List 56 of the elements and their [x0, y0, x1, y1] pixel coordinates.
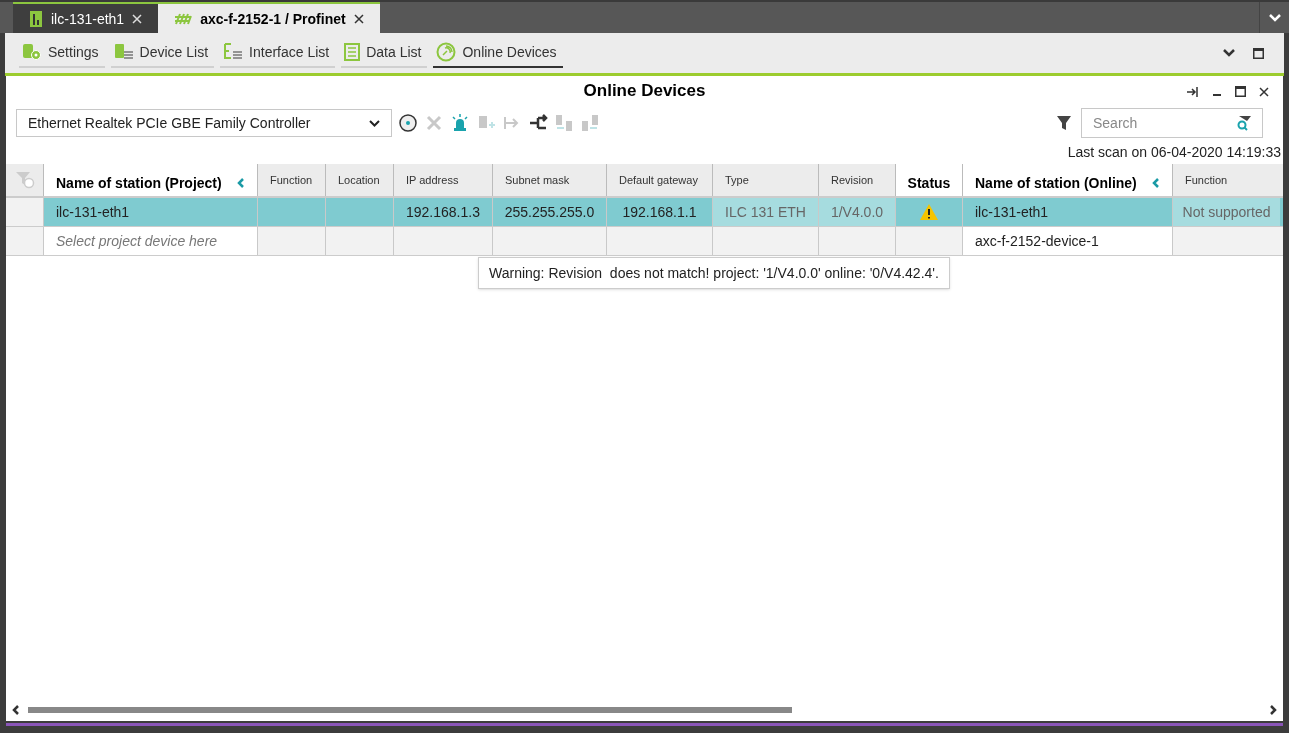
column-header[interactable]: Function [1172, 164, 1280, 196]
scan-icon[interactable] [398, 113, 418, 133]
search-icon[interactable] [1236, 115, 1252, 131]
interface-list-icon [223, 43, 244, 61]
table-row[interactable]: ilc-131-eth1 192.168.1.3 255.255.255.0 192.168.1.1 ILC 131 ETH 1/V4.0.0 ilc-131-eth1 Not supported [6, 198, 1283, 227]
table-cell-text: Not supported [1182, 203, 1271, 222]
grid-icon [174, 12, 193, 25]
table-cell-text: axc-f-2152-device-1 [975, 232, 1099, 251]
editor-tab[interactable]: axc-f-2152-1 / Profinet [158, 2, 380, 33]
column-header[interactable]: Subnet mask [492, 164, 606, 196]
tab-label: axc-f-2152-1 / Profinet [200, 9, 346, 29]
device-gear-icon [22, 43, 42, 61]
table-row[interactable]: Select project device here axc-f-2152-device-1 [6, 227, 1283, 256]
column-header[interactable]: Default gateway [606, 164, 712, 196]
view-tab[interactable]: Settings [19, 38, 105, 68]
scrollbar-thumb[interactable] [28, 707, 792, 713]
maximize-icon[interactable] [1253, 47, 1264, 59]
column-header[interactable]: Location [325, 164, 393, 196]
chevron-down-icon[interactable] [1223, 49, 1235, 57]
table-cell-text: 192.168.1.3 [406, 203, 480, 222]
column-header[interactable]: Function [257, 164, 325, 196]
view-tab[interactable]: Data List [341, 38, 428, 68]
close-icon[interactable] [353, 13, 364, 24]
table-cell-text: 192.168.1.1 [622, 203, 697, 222]
close-icon[interactable] [1259, 86, 1269, 97]
search-field[interactable]: Search [1081, 108, 1263, 138]
view-tab[interactable]: Online Devices [433, 38, 563, 68]
tooltip: Warning: Revision does not match! project: '1/V4.0.0' online: '0/V4.42.4'. [478, 257, 950, 289]
pin-icon[interactable] [1187, 86, 1199, 97]
filter-icon[interactable] [1056, 115, 1072, 131]
scroll-left-icon[interactable] [12, 704, 20, 716]
view-tab[interactable]: Device List [110, 38, 215, 68]
scroll-right-icon[interactable] [1269, 704, 1277, 716]
column-header[interactable]: Name of station (Online) [962, 164, 1172, 196]
adapter-dropdown[interactable]: Ethernet Realtek PCIe GBE Family Controller [16, 109, 392, 137]
editor-tab[interactable]: ilc-131-eth1 [13, 2, 159, 33]
table-cell-text: ilc-131-eth1 [56, 203, 130, 222]
table-cell-text: ILC 131 ETH [725, 203, 806, 222]
last-scan-text: Last scan on 06-04-2020 14:19:33 [1067, 143, 1281, 162]
column-header[interactable]: Type [712, 164, 818, 196]
device-icon [29, 9, 43, 28]
table-cell-text: 255.255.255.0 [504, 203, 595, 222]
column-header[interactable]: IP address [393, 164, 492, 196]
column-header[interactable]: Status [895, 164, 962, 196]
table-cell-text: 1/V4.0.0 [830, 203, 884, 222]
panel-title: Online Devices [583, 80, 706, 103]
view-tab[interactable]: Interface List [220, 38, 336, 68]
tab-label: ilc-131-eth1 [51, 9, 125, 29]
list-icon [344, 43, 361, 61]
beacon-icon[interactable] [450, 113, 470, 133]
table-cell-text: ilc-131-eth1 [975, 203, 1049, 222]
maximize-icon[interactable] [1235, 86, 1246, 97]
column-header[interactable]: Name of station (Project) [43, 164, 257, 196]
scan-circle-icon [436, 42, 457, 62]
device-list-icon [113, 43, 134, 61]
chevron-down-icon [369, 119, 380, 127]
